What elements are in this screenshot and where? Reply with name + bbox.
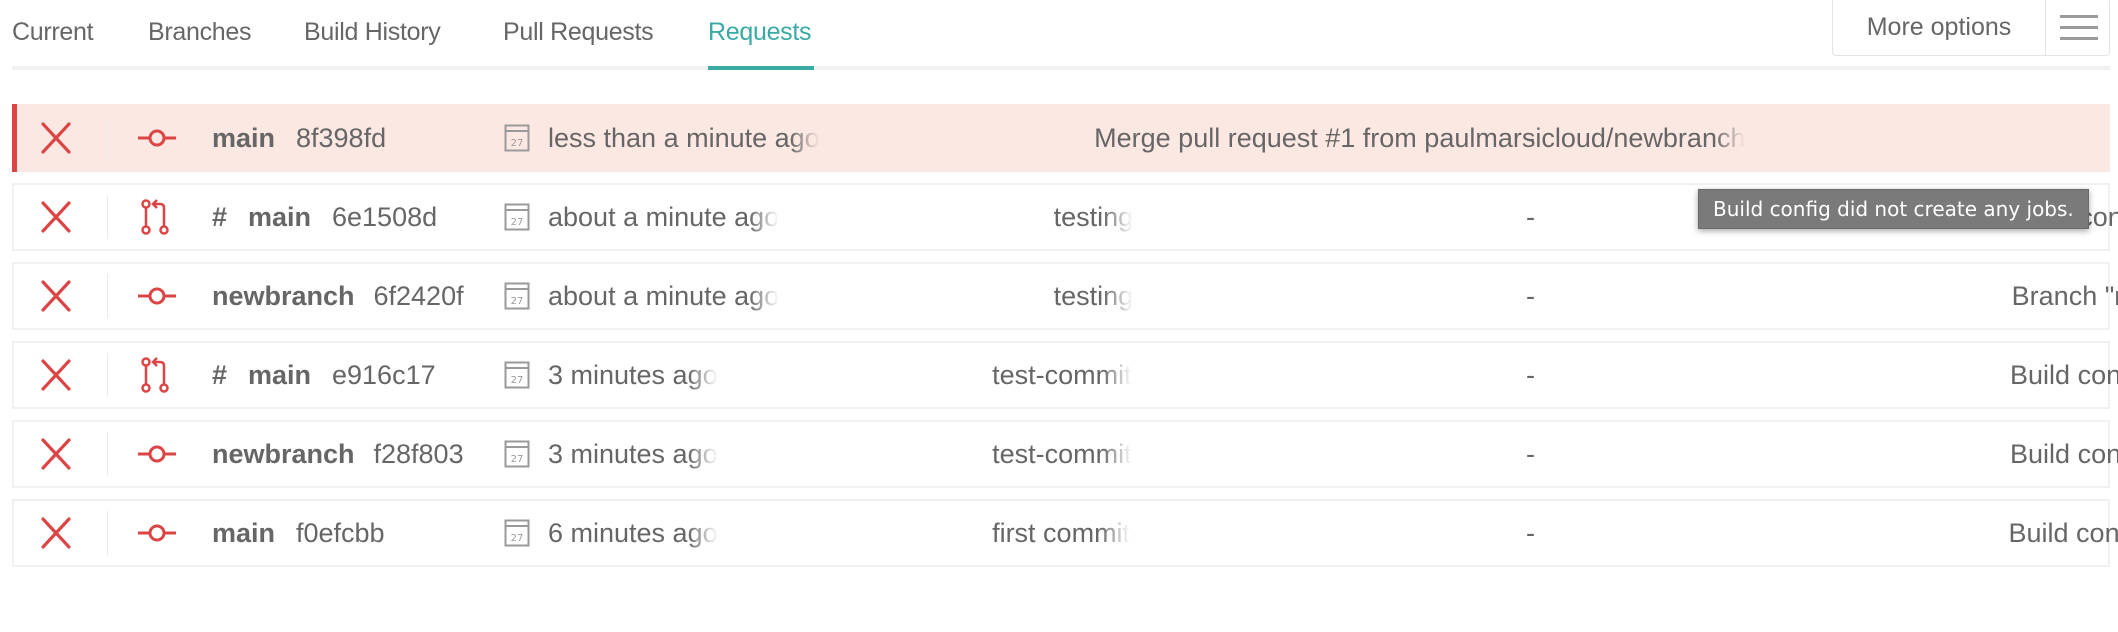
row-divider (107, 195, 108, 239)
request-time: about a minute ago (548, 202, 780, 232)
commit-icon (138, 287, 176, 305)
request-time: about a minute ago (548, 281, 780, 311)
svg-text:27: 27 (511, 454, 524, 465)
calendar-icon: 27 (504, 282, 530, 310)
branch-name[interactable]: newbranch (212, 422, 355, 486)
hamburger-menu-icon[interactable] (2046, 0, 2110, 55)
request-time: 3 minutes ago (548, 439, 718, 469)
row-divider (107, 116, 108, 160)
tab-pull-requests[interactable]: Pull Requests (503, 12, 654, 52)
row-divider (107, 274, 108, 318)
more-options-dropdown: More options (1832, 0, 2110, 56)
request-row[interactable]: main 8f398fd 27 less than a minute ago M… (12, 104, 2110, 172)
request-time: 3 minutes ago (548, 360, 718, 390)
pr-hash: # (212, 360, 228, 390)
active-tab-indicator (708, 66, 814, 70)
tab-bar-divider (12, 66, 2110, 70)
request-row[interactable]: # main e916c17 27 3 minutes ago test-com… (12, 341, 2118, 409)
svg-text:27: 27 (511, 296, 524, 307)
svg-text:27: 27 (511, 533, 524, 544)
branch-name[interactable]: main (248, 343, 311, 407)
calendar-icon: 27 (504, 361, 530, 389)
tab-requests[interactable]: Requests (708, 12, 812, 52)
commit-message: test-commit (992, 439, 1132, 469)
failed-x-icon (41, 359, 71, 391)
commit-message: first commit (992, 518, 1131, 548)
build-link: - (1526, 439, 1535, 469)
tooltip: Build config did not create any jobs. (1698, 189, 2089, 229)
calendar-icon: 27 (504, 203, 530, 231)
branch-name[interactable]: newbranch (212, 264, 355, 328)
request-row[interactable]: newbranch f28f803 27 3 minutes ago test-… (12, 420, 2118, 488)
tab-current[interactable]: Current (12, 12, 94, 52)
build-link: - (1526, 202, 1535, 232)
commit-message: Merge pull request #1 from paulmarsiclou… (1094, 123, 1746, 153)
request-time: 6 minutes ago (548, 518, 718, 548)
failed-x-icon (41, 122, 71, 154)
request-result: Build config did not create any jobs. (2010, 439, 2118, 469)
commit-icon (138, 524, 176, 542)
failed-x-icon (41, 201, 71, 233)
pull-request-icon (141, 199, 169, 235)
failed-x-icon (41, 280, 71, 312)
calendar-icon: 27 (504, 519, 530, 547)
commit-message: test-commit (992, 360, 1132, 390)
branch-name[interactable]: main (248, 185, 311, 249)
row-divider (107, 353, 108, 397)
commit-sha[interactable]: 6e1508d (332, 185, 437, 249)
failed-x-icon (41, 517, 71, 549)
pull-request-icon (141, 357, 169, 393)
request-row[interactable]: main f0efcbb 27 6 minutes ago first comm… (12, 499, 2118, 567)
tab-branches[interactable]: Branches (148, 12, 252, 52)
tab-bar: Current Branches Build History Pull Requ… (0, 0, 2118, 70)
more-options-button[interactable]: More options (1833, 0, 2045, 55)
build-link: - (1526, 360, 1535, 390)
request-result: Branch "newbranch" not included (2012, 281, 2118, 311)
build-link: - (1526, 518, 1535, 548)
build-link: - (1526, 123, 1535, 153)
svg-text:27: 27 (511, 375, 524, 386)
commit-sha[interactable]: 6f2420f (374, 264, 464, 328)
branch-name[interactable]: main (212, 501, 275, 565)
build-link: - (1526, 281, 1535, 311)
commit-sha[interactable]: f0efcbb (296, 501, 385, 565)
pr-hash: # (212, 202, 228, 232)
request-result: Build config did not create any jobs. (2010, 360, 2118, 390)
failed-x-icon (41, 438, 71, 470)
request-result: Build config did not create any jobs. (2009, 518, 2118, 548)
request-time: less than a minute ago (548, 123, 820, 153)
commit-message: testing (1053, 281, 1134, 311)
commit-sha[interactable]: e916c17 (332, 343, 436, 407)
commit-sha[interactable]: f28f803 (374, 422, 464, 486)
calendar-icon: 27 (504, 124, 530, 152)
svg-text:27: 27 (511, 138, 524, 149)
svg-text:27: 27 (511, 217, 524, 228)
commit-icon (138, 445, 176, 463)
calendar-icon: 27 (504, 440, 530, 468)
row-divider (107, 432, 108, 476)
tab-build-history[interactable]: Build History (304, 12, 441, 52)
commit-message: testing (1053, 202, 1134, 232)
commit-sha[interactable]: 8f398fd (296, 106, 386, 170)
request-row[interactable]: newbranch 6f2420f 27 about a minute ago … (12, 262, 2118, 330)
commit-icon (138, 129, 176, 147)
branch-name[interactable]: main (212, 106, 275, 170)
row-divider (107, 511, 108, 555)
